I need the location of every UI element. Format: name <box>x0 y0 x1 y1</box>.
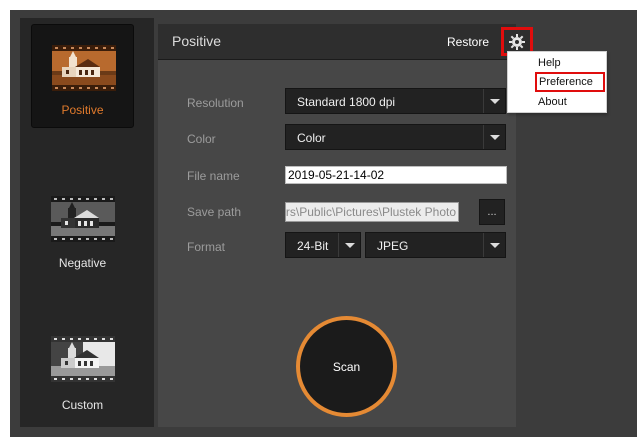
negative-thumbnail-image <box>51 196 115 242</box>
resolution-dropdown[interactable]: Standard 1800 dpi <box>285 88 506 114</box>
bit-depth-dropdown[interactable]: 24-Bit <box>285 232 361 258</box>
menu-item-about[interactable]: About <box>508 94 606 110</box>
menu-item-preference[interactable]: Preference <box>535 72 605 92</box>
mode-label: Negative <box>58 256 107 270</box>
mode-custom[interactable]: Custom <box>31 314 134 418</box>
panel-header: Positive Restore <box>158 24 516 60</box>
resolution-label: Resolution <box>187 96 244 110</box>
file-type-value: JPEG <box>377 239 409 253</box>
mode-positive[interactable]: Positive <box>31 24 134 128</box>
browse-folder-button[interactable]: ... <box>479 199 505 225</box>
menu-item-label: About <box>538 96 567 108</box>
mode-label: Positive <box>61 103 104 117</box>
menu-item-label: Preference <box>539 76 593 88</box>
bit-depth-value: 24-Bit <box>297 239 329 253</box>
restore-button[interactable]: Restore <box>447 35 489 49</box>
file-name-input[interactable]: 2019-05-21-14-02 <box>285 166 507 184</box>
save-path-label: Save path <box>187 205 242 219</box>
file-type-dropdown[interactable]: JPEG <box>365 232 506 258</box>
chevron-down-icon <box>483 125 505 149</box>
mode-negative[interactable]: Negative <box>31 176 134 280</box>
color-dropdown[interactable]: Color <box>285 124 506 150</box>
mode-label: Custom <box>61 398 104 412</box>
color-value: Color <box>297 131 326 145</box>
chevron-down-icon <box>483 233 505 257</box>
positive-thumbnail-image <box>52 45 116 91</box>
gear-icon <box>509 33 525 50</box>
format-label: Format <box>187 240 226 254</box>
color-label: Color <box>187 132 216 146</box>
chevron-down-icon <box>483 89 505 113</box>
chevron-down-icon <box>338 233 360 257</box>
file-name-label: File name <box>187 169 240 183</box>
scan-button[interactable]: Scan <box>296 316 397 417</box>
custom-thumbnail-image <box>51 336 115 382</box>
scan-mode-sidebar: Positive Negative Custom <box>20 18 154 427</box>
settings-menu: Help Preference About <box>507 51 607 113</box>
menu-item-label: Help <box>538 57 561 69</box>
save-path-input[interactable]: C:\Users\Public\Pictures\Plustek Photo <box>285 202 459 222</box>
scan-button-label: Scan <box>300 320 393 413</box>
panel-title: Positive <box>172 33 222 49</box>
resolution-value: Standard 1800 dpi <box>297 95 396 109</box>
menu-item-help[interactable]: Help <box>508 55 606 71</box>
